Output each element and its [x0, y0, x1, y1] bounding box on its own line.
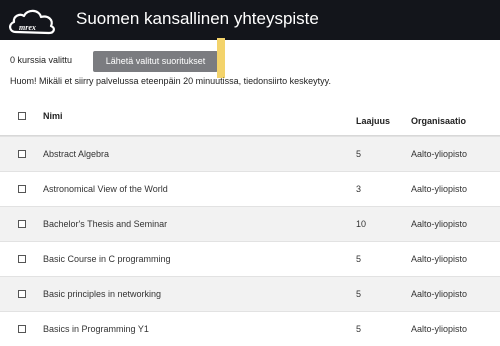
- course-name: Abstract Algebra: [43, 149, 110, 159]
- course-credits: 5: [356, 254, 362, 264]
- course-organization: Aalto-yliopisto: [411, 219, 468, 229]
- course-name: Basics in Programming Y1: [43, 324, 149, 334]
- timeout-notice: Huom! Mikäli et siirry palvelussa eteenp…: [10, 76, 331, 86]
- course-organization: Aalto-yliopisto: [411, 184, 468, 194]
- course-table: Nimi Laajuus Organisaatio Abstract Algeb…: [0, 100, 500, 346]
- table-row[interactable]: Basic principles in networking 5 Aalto-y…: [0, 276, 500, 311]
- course-credits: 3: [356, 184, 362, 194]
- row-checkbox[interactable]: [18, 325, 26, 333]
- row-checkbox[interactable]: [18, 255, 26, 263]
- highlight-marker: [217, 38, 225, 78]
- course-credits: 10: [356, 219, 367, 229]
- row-checkbox[interactable]: [18, 185, 26, 193]
- course-organization: Aalto-yliopisto: [411, 149, 468, 159]
- course-credits: 5: [356, 289, 362, 299]
- course-name: Bachelor's Thesis and Seminar: [43, 219, 168, 229]
- table-row[interactable]: Bachelor's Thesis and Seminar 10 Aalto-y…: [0, 206, 500, 241]
- course-credits: 5: [356, 149, 362, 159]
- column-header-organization[interactable]: Organisaatio: [411, 116, 466, 126]
- table-header: Nimi Laajuus Organisaatio: [0, 100, 500, 136]
- course-credits: 5: [356, 324, 362, 334]
- cloud-logo-icon: mrex: [9, 9, 55, 35]
- selected-count: 0 kurssia valittu: [10, 55, 73, 65]
- row-checkbox[interactable]: [18, 220, 26, 228]
- course-organization: Aalto-yliopisto: [411, 289, 468, 299]
- app-title: Suomen kansallinen yhteyspiste: [76, 9, 319, 28]
- column-header-credits[interactable]: Laajuus: [356, 116, 390, 126]
- course-name: Astronomical View of the World: [43, 184, 168, 194]
- course-organization: Aalto-yliopisto: [411, 254, 468, 264]
- course-name: Basic Course in C programming: [43, 254, 171, 264]
- send-selected-button[interactable]: Lähetä valitut suoritukset: [93, 51, 218, 72]
- column-header-name[interactable]: Nimi: [43, 111, 63, 121]
- top-bar: mrex Suomen kansallinen yhteyspiste: [0, 0, 500, 40]
- course-organization: Aalto-yliopisto: [411, 324, 468, 334]
- row-checkbox[interactable]: [18, 150, 26, 158]
- table-row[interactable]: Basics in Programming Y1 5 Aalto-yliopis…: [0, 311, 500, 346]
- course-name: Basic principles in networking: [43, 289, 162, 299]
- table-row[interactable]: Astronomical View of the World 3 Aalto-y…: [0, 171, 500, 206]
- row-checkbox[interactable]: [18, 290, 26, 298]
- select-all-checkbox[interactable]: [18, 112, 26, 120]
- logo-text: mrex: [19, 23, 36, 32]
- table-row[interactable]: Basic Course in C programming 5 Aalto-yl…: [0, 241, 500, 276]
- table-row[interactable]: Abstract Algebra 5 Aalto-yliopisto: [0, 136, 500, 171]
